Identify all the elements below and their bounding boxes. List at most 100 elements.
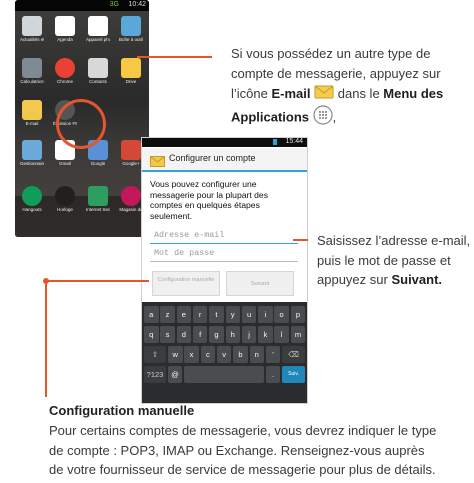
key-n[interactable]: n <box>249 346 264 363</box>
key-j[interactable]: j <box>241 326 257 343</box>
app-hangouts[interactable]: Hangouts <box>20 186 44 212</box>
envelope-icon <box>150 154 165 172</box>
contacts-icon <box>88 58 108 78</box>
app-sim[interactable]: Boîte à outils SIM <box>119 16 143 42</box>
key-s[interactable]: s <box>160 326 175 343</box>
key-w[interactable]: w <box>168 346 183 363</box>
home-screen-phone: 3G 10:42 Actualités et mét. Agenda Apparei… <box>15 0 149 237</box>
manual-setup-button[interactable]: Configuration manuelle <box>152 271 220 296</box>
callout2-next-label: Suivant. <box>391 272 443 287</box>
key-z[interactable]: z <box>160 306 175 323</box>
app-clock[interactable]: Horloge <box>53 186 77 212</box>
app-label: Google+ <box>122 161 140 166</box>
space-key[interactable] <box>184 366 264 383</box>
key-r[interactable]: r <box>192 306 208 323</box>
callout2-line2: puis le mot de passe et <box>317 252 451 268</box>
app-label: Contacts <box>89 79 107 84</box>
app-calculator[interactable]: Calculatrice <box>20 58 44 84</box>
key-x[interactable]: x <box>184 346 199 363</box>
app-label: Calculatrice <box>20 79 44 84</box>
key-c[interactable]: c <box>200 346 216 363</box>
app-label: E-mail <box>25 121 39 126</box>
app-label: Magasin de <box>119 207 143 212</box>
key-l[interactable]: l <box>274 326 289 343</box>
key-g[interactable]: g <box>209 326 224 343</box>
email-icon <box>22 100 42 120</box>
status-bar: 15:44 <box>142 138 307 147</box>
key-t[interactable]: t <box>209 306 224 323</box>
app-drive[interactable]: Drive <box>119 58 143 84</box>
status-time: 15:44 <box>285 138 303 145</box>
key-a[interactable]: a <box>144 306 159 323</box>
app-label: Actualités et mét. <box>20 37 44 42</box>
callout1-text-icon: l’icône <box>231 86 268 101</box>
app-label: Boîte à outils SIM <box>119 37 143 42</box>
key-d[interactable]: d <box>176 326 192 343</box>
backspace-key[interactable]: ⌫ <box>282 346 305 363</box>
connector-line-2 <box>293 239 308 241</box>
app-email[interactable]: E-mail <box>20 100 44 126</box>
callout1-applications-label: Applications <box>231 109 310 124</box>
password-field[interactable]: Mot de passe <box>150 246 298 262</box>
file-manager-icon <box>22 140 42 160</box>
key-o[interactable]: o <box>274 306 289 323</box>
key-h[interactable]: h <box>225 326 240 343</box>
key-m[interactable]: m <box>290 326 306 343</box>
security-icon <box>88 186 108 206</box>
intro-text: Vous pouvez configurer une messagerie po… <box>150 179 268 221</box>
sim-icon <box>121 16 141 36</box>
manual-line1: Pour certains comptes de messagerie, vou… <box>49 423 437 438</box>
callout1-line2: compte de messagerie, appuyez sur <box>231 66 441 81</box>
key-i[interactable]: i <box>258 306 273 323</box>
app-contacts[interactable]: Contacts <box>86 58 110 84</box>
callout-credentials: Saisissez l’adresse e-mail, puis le mot … <box>317 231 474 290</box>
callout2-line3: appuyez sur <box>317 272 388 287</box>
next-key[interactable]: Suiv. <box>282 366 305 383</box>
key-apostrophe[interactable]: ' <box>265 346 281 363</box>
highlight-ring <box>56 99 106 149</box>
app-file-manager[interactable]: Gestionnaire de fi <box>20 140 44 166</box>
symbols-key[interactable]: ?123 <box>144 366 166 383</box>
key-q[interactable]: q <box>144 326 159 343</box>
at-key[interactable]: @ <box>168 366 182 383</box>
signal-indicator: 3G <box>109 1 119 8</box>
password-placeholder: Mot de passe <box>154 248 215 258</box>
app-chrome[interactable]: Chrome <box>53 58 77 84</box>
app-label: Horloge <box>57 207 73 212</box>
key-p[interactable]: p <box>290 306 306 323</box>
key-e[interactable]: e <box>176 306 192 323</box>
app-label: Gestionnaire de fi <box>20 161 44 166</box>
hangouts-icon <box>22 186 42 206</box>
app-google-plus[interactable]: Google+ <box>119 140 143 166</box>
status-time: 10:42 <box>128 1 146 8</box>
app-label: Google <box>90 161 106 166</box>
key-f[interactable]: f <box>192 326 208 343</box>
app-security[interactable]: Internet Security <box>86 186 110 212</box>
news-icon <box>22 16 42 36</box>
email-field[interactable]: Adresse e-mail <box>150 228 298 244</box>
key-u[interactable]: u <box>241 306 257 323</box>
key-v[interactable]: v <box>216 346 232 363</box>
email-placeholder: Adresse e-mail <box>154 230 225 240</box>
callout1-line1: Si vous possédez un autre type de <box>231 46 431 61</box>
app-camera[interactable]: Appareil photo <box>86 16 110 42</box>
calendar-icon <box>55 16 75 36</box>
callout2-line1: Saisissez l’adresse e-mail, <box>317 233 471 248</box>
key-b[interactable]: b <box>233 346 248 363</box>
manual-setup-heading: Configuration manuelle <box>49 403 195 418</box>
screen-title: Configurer un compte <box>169 153 256 163</box>
next-button[interactable]: Suivant <box>226 271 294 296</box>
manual-line3: de votre fournisseur de service de messa… <box>49 462 436 477</box>
apps-grid-icon <box>313 104 333 131</box>
callout1-email-label: E-mail <box>271 86 311 101</box>
app-store[interactable]: Magasin de <box>119 186 143 212</box>
key-y[interactable]: y <box>225 306 240 323</box>
shift-key[interactable]: ⇧ <box>144 346 166 363</box>
app-calendar[interactable]: Agenda <box>53 16 77 42</box>
period-key[interactable]: . <box>266 366 280 383</box>
key-k[interactable]: k <box>258 326 273 343</box>
callout1-text-menu: dans le <box>337 86 380 101</box>
app-label: Chrome <box>56 79 73 84</box>
app-label: Gmail <box>59 161 71 166</box>
app-news[interactable]: Actualités et mét. <box>20 16 44 42</box>
